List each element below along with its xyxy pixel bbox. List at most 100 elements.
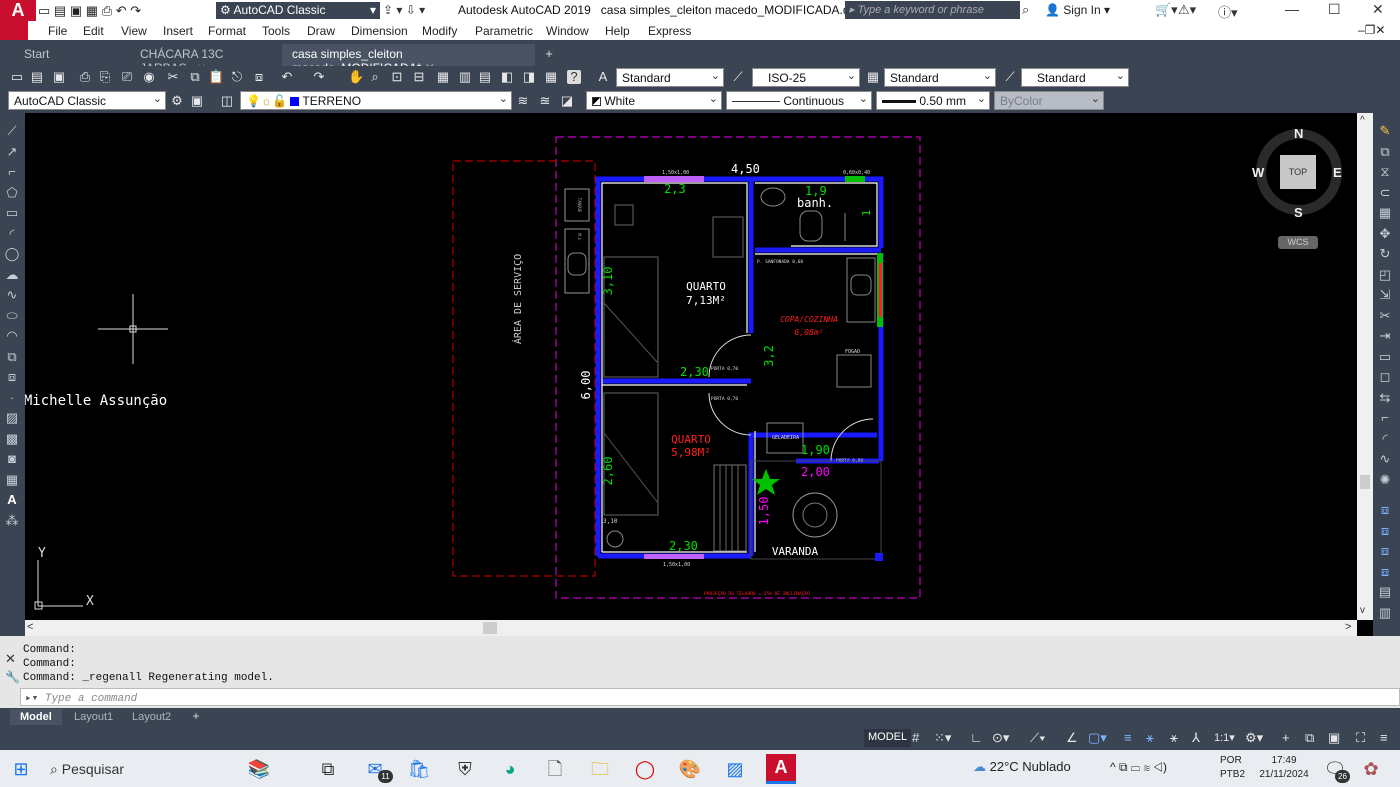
print-icon[interactable]: ⎙: [102, 3, 112, 18]
publish-icon[interactable]: ⎚: [120, 70, 134, 84]
photo-app-icon[interactable]: ▨: [722, 756, 748, 782]
store-icon[interactable]: 🛍: [406, 756, 432, 782]
paste-icon[interactable]: 📋: [208, 70, 224, 84]
osnap-icon[interactable]: ▢▾: [1088, 730, 1107, 746]
isodraft-icon[interactable]: ⟋▾: [1030, 730, 1045, 746]
workspace-gear-icon[interactable]: ⚙▾: [1245, 730, 1263, 746]
blend-icon[interactable]: ∿: [1377, 451, 1393, 467]
saveas-icon[interactable]: ▦: [86, 3, 98, 18]
polyline-icon[interactable]: ⌐: [4, 164, 20, 180]
menu-window[interactable]: Window: [546, 24, 589, 38]
hatch-icon[interactable]: ▨: [4, 410, 20, 426]
annotation-visibility-icon[interactable]: ⚹: [1146, 730, 1154, 746]
drawing-canvas[interactable]: Y X A Michelle Assunção ÁREA DE SERVIÇO …: [25, 113, 1357, 620]
scroll-thumb[interactable]: [1360, 475, 1370, 489]
open-file-icon[interactable]: ▤: [30, 70, 44, 84]
books-icon[interactable]: 📚: [246, 756, 272, 782]
block-editor-icon[interactable]: ⧈: [252, 70, 266, 84]
menu-help[interactable]: Help: [605, 24, 630, 38]
menu-draw[interactable]: Draw: [307, 24, 335, 38]
auto-scale-icon[interactable]: ⚹: [1170, 730, 1178, 746]
match-properties-icon[interactable]: ⎋: [230, 70, 244, 84]
ellipse-arc-icon[interactable]: ◠: [4, 328, 20, 344]
table-icon[interactable]: ▦: [4, 472, 20, 488]
layer-previous-icon[interactable]: ≊: [538, 94, 552, 108]
break-icon[interactable]: ◻: [1377, 369, 1393, 385]
layer-select[interactable]: 💡☼🔓 TERRENO ⌄: [240, 91, 512, 110]
tab-layout2[interactable]: Layout2: [122, 709, 181, 725]
menu-parametric[interactable]: Parametric: [475, 24, 533, 38]
menu-express[interactable]: Express: [648, 24, 691, 38]
vertical-scrollbar[interactable]: ^ v: [1357, 113, 1373, 620]
edge-browser-icon[interactable]: ◕: [497, 756, 523, 782]
make-block-icon[interactable]: ⧈: [4, 369, 20, 385]
windows-start-icon[interactable]: ⊞: [8, 756, 34, 782]
share-icons[interactable]: ⇪ ▾ ⇩ ▾: [383, 3, 425, 17]
tab-model[interactable]: Model: [10, 709, 62, 725]
compass-e[interactable]: E: [1333, 165, 1342, 180]
copilot-icon[interactable]: ✿: [1358, 756, 1384, 782]
command-input[interactable]: ▸▾ Type a command: [20, 688, 1400, 706]
security-shield-icon[interactable]: ⛨: [452, 756, 478, 782]
workspace-settings-icon[interactable]: ⚙: [170, 94, 184, 108]
extend-icon[interactable]: ⇥: [1377, 328, 1393, 344]
document-icon[interactable]: 🗋: [542, 756, 568, 782]
markup-icon[interactable]: ◨: [522, 70, 536, 84]
menu-dimension[interactable]: Dimension: [351, 24, 408, 38]
task-view-icon[interactable]: ⧉: [315, 756, 341, 782]
chamfer-icon[interactable]: ⌐: [1377, 410, 1393, 426]
draworder-text-icon[interactable]: ▤: [1377, 584, 1393, 600]
redo-icon[interactable]: ↷: [312, 70, 326, 84]
layer-properties-icon[interactable]: ◫: [220, 94, 234, 108]
model-space-button[interactable]: MODEL: [864, 729, 912, 747]
rotate-icon[interactable]: ↻: [1377, 246, 1393, 262]
open-icon[interactable]: ▤: [54, 3, 66, 18]
file-explorer-icon[interactable]: 🗀: [587, 756, 613, 782]
line-icon[interactable]: ⟋: [4, 123, 20, 139]
otrack-icon[interactable]: ∠: [1066, 730, 1078, 746]
menu-format[interactable]: Format: [208, 24, 246, 38]
quick-properties-icon[interactable]: ▣: [1328, 730, 1340, 746]
layer-state-icon[interactable]: ◪: [560, 94, 574, 108]
ortho-icon[interactable]: ∟: [970, 730, 983, 746]
point-icon[interactable]: ·: [4, 390, 20, 406]
dim-style-select[interactable]: ISO-25 ⌄: [752, 68, 860, 87]
autocad-taskbar-icon[interactable]: A: [766, 754, 796, 784]
cart-icon[interactable]: 🛒▾: [1155, 2, 1178, 18]
explode-icon[interactable]: ✺: [1377, 472, 1393, 488]
units-icon[interactable]: ⧉: [1305, 730, 1314, 746]
plot-icon[interactable]: ⎙: [78, 70, 92, 84]
text-style-icon[interactable]: A: [596, 70, 610, 84]
circle-icon[interactable]: ◯: [4, 246, 20, 262]
ellipse-icon[interactable]: ⬭: [4, 308, 20, 324]
table-style-select[interactable]: Standard ⌄: [884, 68, 996, 87]
qnew-icon[interactable]: ▭: [10, 70, 24, 84]
save-file-icon[interactable]: ▣: [52, 70, 66, 84]
calculator-icon[interactable]: ▦: [544, 70, 558, 84]
close-button[interactable]: ✕: [1372, 1, 1384, 18]
polygon-icon[interactable]: ⬠: [4, 185, 20, 201]
menu-edit[interactable]: Edit: [83, 24, 104, 38]
opera-icon[interactable]: ◯: [632, 756, 658, 782]
make-current-icon[interactable]: ≋: [516, 94, 530, 108]
close-command-icon[interactable]: ✕: [5, 651, 16, 667]
new-tab-plus-icon[interactable]: +: [540, 46, 558, 62]
add-layout-icon[interactable]: +: [188, 709, 204, 725]
copy-icon[interactable]: ⧉: [188, 70, 202, 84]
revcloud-icon[interactable]: ☁: [4, 267, 20, 283]
redo-icon[interactable]: ↷: [130, 3, 141, 18]
annotation-monitor-icon[interactable]: +: [1282, 730, 1290, 746]
workspace-lock-icon[interactable]: ▣: [190, 94, 204, 108]
autocad-logo-button[interactable]: A: [0, 0, 36, 21]
tool-palettes-icon[interactable]: ▤: [478, 70, 492, 84]
help-icon[interactable]: ?: [567, 70, 581, 84]
plot-preview-icon[interactable]: ⎘: [98, 70, 112, 84]
clock[interactable]: 17:49 21/11/2024: [1254, 754, 1314, 782]
wcs-menu[interactable]: WCS: [1278, 236, 1318, 249]
maximize-button[interactable]: ☐: [1328, 1, 1341, 18]
tab-casa-simples[interactable]: casa simples_cleiton macedo_MODIFICADA* …: [282, 44, 535, 75]
tray-icons[interactable]: ^ ⧉ ▭ ≋ ◁): [1110, 760, 1167, 775]
zoom-previous-icon[interactable]: ⊟: [412, 70, 426, 84]
rectangle-icon[interactable]: ▭: [4, 205, 20, 221]
clean-screen-icon[interactable]: ⛶: [1356, 730, 1365, 746]
